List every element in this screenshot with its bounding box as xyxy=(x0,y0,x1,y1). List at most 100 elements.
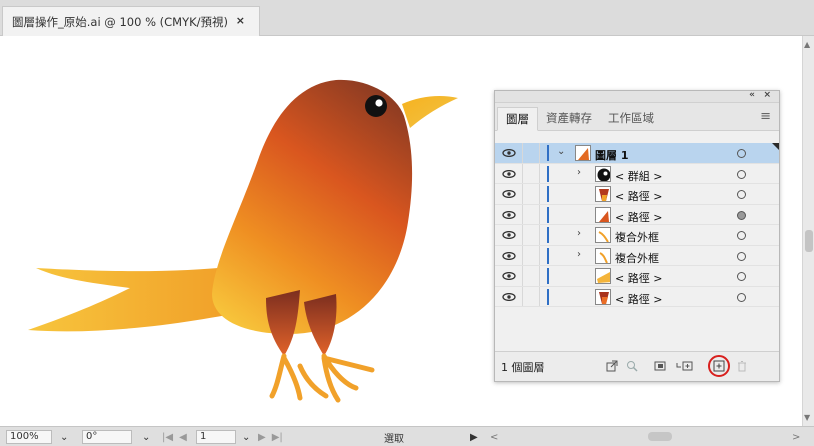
first-artboard-icon[interactable]: |◀ xyxy=(162,432,173,443)
scroll-down-icon[interactable]: ▼ xyxy=(804,413,810,422)
layer-row[interactable]: › 複合外框 xyxy=(495,225,779,246)
visibility-eye-icon[interactable] xyxy=(501,271,517,281)
layer-name[interactable]: < 路徑 > xyxy=(615,270,662,286)
vertical-scrollbar[interactable]: ▲ ▼ xyxy=(802,36,814,426)
scroll-left-icon[interactable]: < xyxy=(490,432,498,443)
scroll-right-icon[interactable]: > xyxy=(792,432,800,443)
last-artboard-icon[interactable]: ▶| xyxy=(272,432,283,443)
layer-color-bar xyxy=(547,165,549,182)
panel-menu-icon[interactable]: ≡ xyxy=(760,109,771,124)
lock-toggle[interactable] xyxy=(522,163,540,183)
layer-thumbnail xyxy=(595,268,611,284)
document-tab[interactable]: 圖層操作_原始.ai @ 100 % (CMYK/預視) × xyxy=(2,6,260,36)
visibility-eye-icon[interactable] xyxy=(501,189,517,199)
target-circle-icon[interactable] xyxy=(737,149,746,158)
lock-toggle[interactable] xyxy=(522,245,540,265)
target-circle-icon[interactable] xyxy=(737,251,746,261)
visibility-eye-icon[interactable] xyxy=(501,148,517,158)
clipping-mask-icon[interactable] xyxy=(653,359,667,373)
panel-footer: 1 個圖層 xyxy=(495,351,779,381)
tab-artboards[interactable]: 工作區域 xyxy=(600,106,662,130)
layer-color-bar xyxy=(547,186,549,202)
layer-row[interactable]: < 路徑 > xyxy=(495,204,779,225)
layer-thumbnail xyxy=(595,247,611,264)
export-selection-icon[interactable] xyxy=(605,359,619,373)
close-panel-icon[interactable]: × xyxy=(763,90,771,100)
layer-color-bar xyxy=(547,145,549,161)
next-artboard-icon[interactable]: ▶ xyxy=(258,432,266,443)
layer-thumbnail xyxy=(595,206,611,223)
chevron-right-icon[interactable]: › xyxy=(577,167,581,178)
panel-titlebar: « × xyxy=(495,90,779,103)
prev-artboard-icon[interactable]: ◀ xyxy=(179,432,187,443)
highlight-ring xyxy=(708,355,730,377)
trash-icon[interactable] xyxy=(735,359,749,373)
layer-row[interactable]: ⌄ 圖層 1 xyxy=(495,143,779,164)
layer-color-bar xyxy=(547,268,549,284)
zoom-field[interactable]: 100% xyxy=(6,430,52,444)
layer-name[interactable]: < 路徑 > xyxy=(615,291,662,307)
scroll-up-icon[interactable]: ▲ xyxy=(804,40,810,49)
target-circle-icon[interactable] xyxy=(737,292,746,302)
visibility-eye-icon[interactable] xyxy=(501,169,517,179)
locate-object-icon[interactable] xyxy=(625,359,639,373)
lock-toggle[interactable] xyxy=(522,286,540,306)
target-circle-icon[interactable] xyxy=(737,190,746,199)
layer-row[interactable]: < 路徑 > xyxy=(495,286,779,307)
layer-thumbnail xyxy=(595,165,611,182)
new-sublayer-icon[interactable] xyxy=(675,359,695,373)
chevron-down-icon[interactable]: ⌄ xyxy=(60,432,68,443)
layer-count: 1 個圖層 xyxy=(501,361,545,374)
visibility-eye-icon[interactable] xyxy=(501,251,517,261)
layer-name[interactable]: < 群組 > xyxy=(615,168,662,184)
lock-toggle[interactable] xyxy=(522,225,540,245)
chevron-down-icon[interactable]: ⌄ xyxy=(142,432,150,443)
selected-art-indicator xyxy=(772,143,779,150)
close-tab-icon[interactable]: × xyxy=(236,14,245,27)
chevron-right-icon[interactable]: › xyxy=(577,249,581,260)
status-menu-icon[interactable]: ▶ xyxy=(470,432,478,443)
collapse-panel-icon[interactable]: « xyxy=(749,90,755,100)
layer-name[interactable]: 複合外框 xyxy=(615,229,659,245)
target-circle-icon[interactable] xyxy=(737,272,746,281)
layer-row[interactable]: › < 群組 > xyxy=(495,163,779,184)
lock-toggle[interactable] xyxy=(522,266,540,286)
target-circle-icon[interactable] xyxy=(737,169,746,179)
rotation-field[interactable]: 0° xyxy=(82,430,132,444)
target-circle-icon[interactable] xyxy=(737,231,746,240)
layer-color-bar xyxy=(547,247,549,264)
tab-layers[interactable]: 圖層 xyxy=(497,107,538,131)
chevron-down-icon[interactable]: ⌄ xyxy=(242,432,250,443)
tab-asset-export[interactable]: 資產轉存 xyxy=(538,106,600,130)
current-tool-label: 選取 xyxy=(384,433,404,445)
layer-list: ⌄ 圖層 1 › < 群組 > < 路徑 > < 路徑 > › 複合外框 › 複… xyxy=(495,143,779,307)
lock-toggle[interactable] xyxy=(522,184,540,204)
layer-name[interactable]: < 路徑 > xyxy=(615,188,662,204)
chevron-right-icon[interactable]: › xyxy=(577,228,581,239)
chevron-down-icon[interactable]: ⌄ xyxy=(557,146,565,157)
layer-name[interactable]: < 路徑 > xyxy=(615,209,662,225)
layer-thumbnail xyxy=(575,145,591,161)
layer-color-bar xyxy=(547,227,549,243)
layer-thumbnail xyxy=(595,288,611,305)
artboard-number-field[interactable]: 1 xyxy=(196,430,236,444)
layer-color-bar xyxy=(547,206,549,223)
document-tab-bar: 圖層操作_原始.ai @ 100 % (CMYK/預視) × xyxy=(0,0,814,36)
layer-row[interactable]: < 路徑 > xyxy=(495,184,779,205)
scrollbar-thumb[interactable] xyxy=(805,230,813,252)
layer-color-bar xyxy=(547,288,549,305)
horizontal-scrollbar-thumb[interactable] xyxy=(648,432,672,441)
layer-name[interactable]: 複合外框 xyxy=(615,250,659,266)
panel-tabs: 圖層 資產轉存 工作區域 ≡ xyxy=(495,103,779,131)
lock-toggle[interactable] xyxy=(522,204,540,224)
visibility-eye-icon[interactable] xyxy=(501,230,517,240)
visibility-eye-icon[interactable] xyxy=(501,292,517,302)
layer-name[interactable]: 圖層 1 xyxy=(595,147,628,163)
layer-thumbnail xyxy=(595,227,611,243)
visibility-eye-icon[interactable] xyxy=(501,210,517,220)
layer-row[interactable]: › 複合外框 xyxy=(495,245,779,266)
target-circle-icon[interactable] xyxy=(737,210,746,220)
lock-toggle[interactable] xyxy=(522,143,540,163)
layer-row[interactable]: < 路徑 > xyxy=(495,266,779,287)
document-tab-title: 圖層操作_原始.ai @ 100 % (CMYK/預視) xyxy=(12,14,229,29)
